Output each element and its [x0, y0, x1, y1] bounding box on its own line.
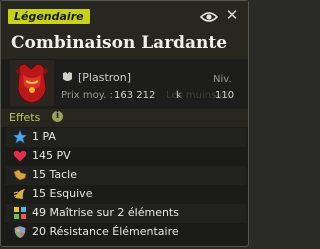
item-tooltip: Légendaire ✕ Combinaison Lardante [Plast… — [0, 0, 249, 247]
breastplate-type-icon — [63, 72, 72, 81]
mastery-icon — [14, 207, 26, 219]
resistance-icon — [14, 226, 26, 238]
level-value: 110 — [215, 90, 235, 101]
effect-row: 15 Esquive — [5, 185, 246, 204]
effect-row: 1 PA — [5, 128, 246, 147]
heart-icon — [13, 150, 27, 162]
effect-text: 1 PA — [32, 130, 56, 143]
breastplate-icon — [10, 60, 54, 106]
price-label: Prix moy. : — [61, 90, 113, 101]
info-icon[interactable]: i — [52, 111, 63, 122]
effect-text: 15 Esquive — [32, 187, 93, 200]
effects-label: Effets — [9, 111, 41, 124]
price-value: 163 212 — [114, 90, 156, 101]
effect-row: 145 PV — [5, 147, 246, 166]
effect-row: 49 Maîtrise sur 2 éléments — [5, 204, 246, 223]
effect-text: 20 Résistance Élémentaire — [32, 225, 179, 238]
dodge-icon — [13, 189, 25, 199]
effect-row: 20 Résistance Élémentaire — [5, 223, 246, 242]
eye-icon[interactable] — [200, 10, 218, 24]
star-icon — [13, 130, 27, 144]
rarity-badge: Légendaire — [8, 9, 90, 24]
effect-text: 145 PV — [32, 149, 71, 162]
level-label: Niv. — [213, 74, 232, 85]
effect-text: 49 Maîtrise sur 2 éléments — [32, 206, 179, 219]
item-type: [Plastron] — [78, 71, 132, 84]
effect-row: 15 Tacle — [5, 166, 246, 185]
effect-text: 15 Tacle — [32, 168, 78, 181]
tackle-icon — [13, 169, 27, 181]
item-name: Combinaison Lardante — [11, 33, 228, 53]
close-icon[interactable]: ✕ — [224, 7, 240, 23]
